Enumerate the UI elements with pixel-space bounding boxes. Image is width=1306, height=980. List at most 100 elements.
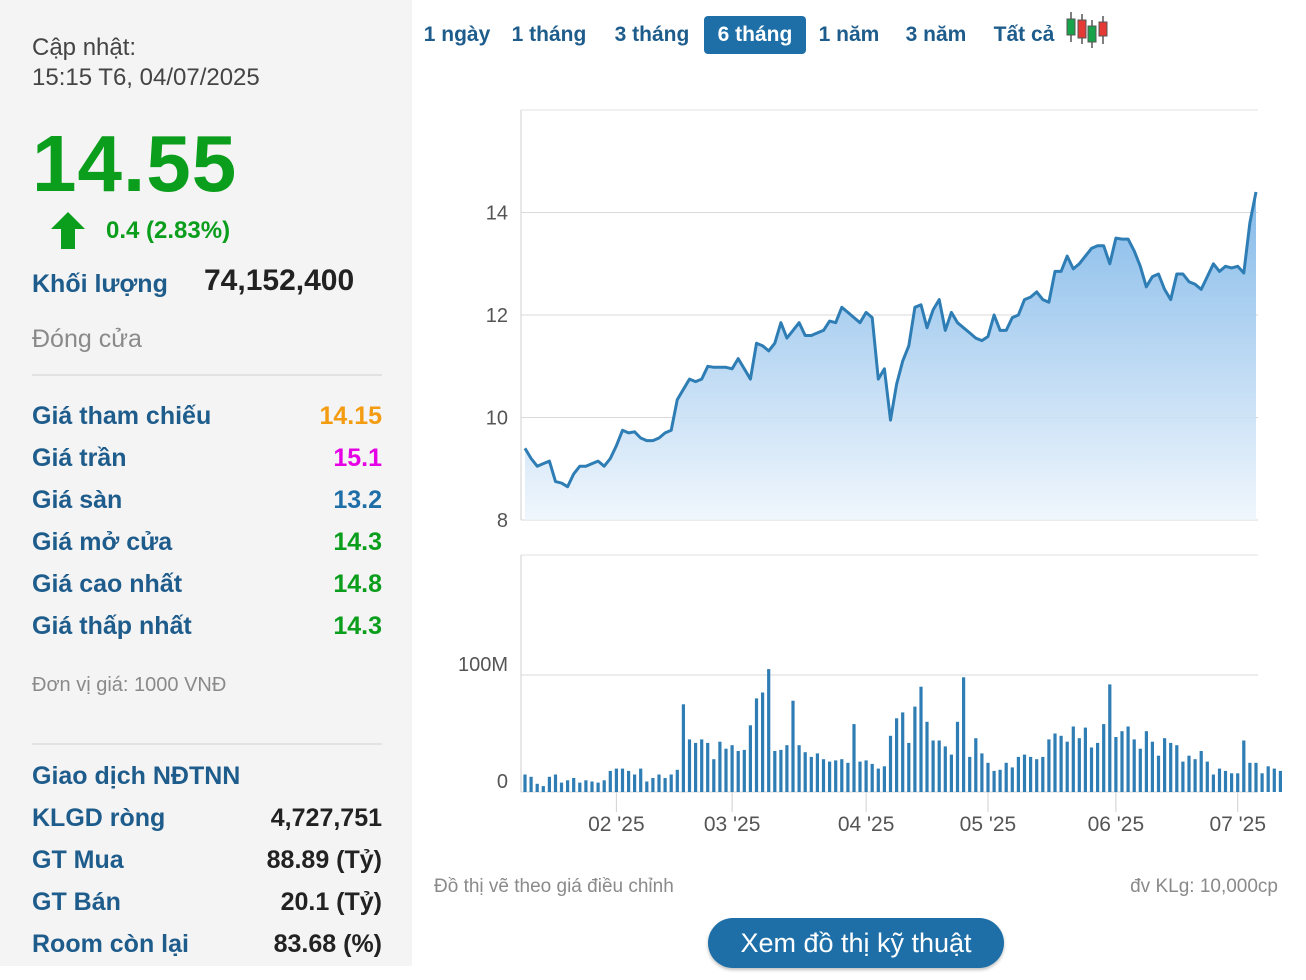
volume-bar xyxy=(1199,751,1203,792)
arrow-up-icon xyxy=(51,212,85,249)
price-unit: Đơn vị giá: 1000 VNĐ xyxy=(32,674,227,696)
volume-bar xyxy=(962,677,966,792)
volume-bar xyxy=(559,782,564,792)
volume-bar xyxy=(913,706,917,792)
volume-bar xyxy=(1242,740,1246,792)
price-change: 0.4 (2.83%) xyxy=(106,217,231,244)
tab-6-months[interactable]: 6 tháng xyxy=(704,16,806,54)
price-row-high: Giá cao nhất 14.8 xyxy=(32,570,382,604)
current-price: 14.55 xyxy=(32,119,238,208)
volume-bar xyxy=(1248,762,1252,793)
candlestick-icon[interactable] xyxy=(1064,12,1110,50)
tab-1-month[interactable]: 1 tháng xyxy=(508,16,590,54)
volume-bar xyxy=(1108,684,1112,792)
volume-bar xyxy=(925,721,929,792)
volume-bar xyxy=(700,739,704,792)
volume-bar xyxy=(1211,774,1215,792)
volume-bar xyxy=(937,740,941,792)
volume-bar xyxy=(748,725,752,792)
foreign-row-room: Room còn lại 83.68 (%) xyxy=(32,930,382,964)
volume-bar xyxy=(907,742,911,792)
divider xyxy=(32,374,382,376)
volume-bar xyxy=(895,718,899,792)
volume-bar xyxy=(1041,756,1045,792)
tab-1-day[interactable]: 1 ngày xyxy=(416,16,498,54)
price-tick-label: 10 xyxy=(486,408,508,430)
volume-bar xyxy=(1150,741,1154,792)
volume-bar xyxy=(1132,739,1136,792)
volume-bar xyxy=(834,760,838,792)
volume-bar xyxy=(1205,761,1209,792)
volume-bar xyxy=(694,742,698,792)
volume-bar xyxy=(675,769,679,792)
volume-bar xyxy=(1077,738,1081,792)
volume-bar xyxy=(998,769,1002,792)
volume-bar xyxy=(773,751,777,792)
volume-bar xyxy=(1236,773,1240,792)
volume-bar xyxy=(566,780,570,792)
volume-bar xyxy=(968,756,972,792)
volume-bar xyxy=(742,749,746,792)
update-label: Cập nhật: xyxy=(32,34,137,61)
volume-bar xyxy=(1059,735,1063,792)
volume-bar xyxy=(901,712,905,792)
tab-3-years[interactable]: 3 năm xyxy=(900,16,972,54)
volume-bar xyxy=(1083,727,1087,792)
volume-bar xyxy=(974,738,978,792)
row-label: Giá cao nhất xyxy=(32,570,183,598)
price-tick-label: 14 xyxy=(486,203,508,225)
divider xyxy=(32,743,382,745)
quote-panel: Cập nhật: 15:15 T6, 04/07/2025 14.55 0.4… xyxy=(0,0,412,966)
volume-tick-label: 0 xyxy=(497,771,508,793)
volume-bar xyxy=(1065,741,1069,792)
x-tick-label: 06 '25 xyxy=(1088,813,1145,836)
price-tick-label: 8 xyxy=(497,510,508,532)
volume-bar xyxy=(1278,770,1282,792)
volume-bar xyxy=(931,740,935,792)
tab-3-months[interactable]: 3 tháng xyxy=(608,16,696,54)
price-volume-chart: 8 10 12 14 0 100M 02 '25 03 '25 04 '25 05 '25 06 '… xyxy=(458,109,1282,836)
tab-1-year[interactable]: 1 năm xyxy=(814,16,884,54)
row-label: Giá thấp nhất xyxy=(32,612,192,640)
volume-bar xyxy=(1181,761,1185,792)
foreign-trading-title: Giao dịch NĐTNN xyxy=(32,762,241,790)
row-value: 14.3 xyxy=(333,612,382,640)
volume-bar xyxy=(846,762,850,793)
row-value: 13.2 xyxy=(333,486,382,514)
x-tick-label: 03 '25 xyxy=(704,813,761,836)
x-tick-label: 07 '25 xyxy=(1209,813,1266,836)
volume-bar xyxy=(1102,724,1106,792)
volume-bar xyxy=(882,766,886,792)
row-label: Giá mở cửa xyxy=(32,528,173,556)
volume-bar xyxy=(1138,748,1142,792)
volume-bar xyxy=(596,782,600,792)
foreign-row-net-volume: KLGD ròng 4,727,751 xyxy=(32,804,382,838)
volume-bar xyxy=(992,770,996,792)
volume-bar xyxy=(584,780,588,792)
row-value: 88.89 (Tỷ) xyxy=(266,846,382,874)
volume-bar xyxy=(858,761,862,792)
volume-bar xyxy=(1089,747,1094,792)
volume-bar xyxy=(1175,745,1179,792)
volume-bar xyxy=(712,759,716,792)
volume-bar xyxy=(730,745,734,792)
volume-bar xyxy=(1254,762,1258,793)
chart-note: Đồ thị vẽ theo giá điều chỉnh xyxy=(434,876,674,897)
volume-bar xyxy=(1004,762,1008,793)
technical-chart-button[interactable]: Xem đồ thị kỹ thuật xyxy=(708,918,1004,968)
volume-bar xyxy=(523,774,527,792)
volume-bar xyxy=(1120,731,1124,792)
volume-bar xyxy=(639,768,643,792)
row-value: 15.1 xyxy=(333,444,382,472)
price-row-low: Giá thấp nhất 14.3 xyxy=(32,612,382,646)
volume-bar xyxy=(736,751,740,792)
volume-bar xyxy=(1272,768,1276,792)
volume-bar xyxy=(761,692,765,792)
volume-bar xyxy=(870,763,874,792)
volume-bar xyxy=(651,778,655,792)
tab-all[interactable]: Tất cả xyxy=(988,16,1060,54)
volume-bar xyxy=(815,753,819,792)
volume-bar xyxy=(687,739,692,792)
foreign-row-sell-value: GT Bán 20.1 (Tỷ) xyxy=(32,888,382,922)
volume-bar xyxy=(828,761,832,792)
